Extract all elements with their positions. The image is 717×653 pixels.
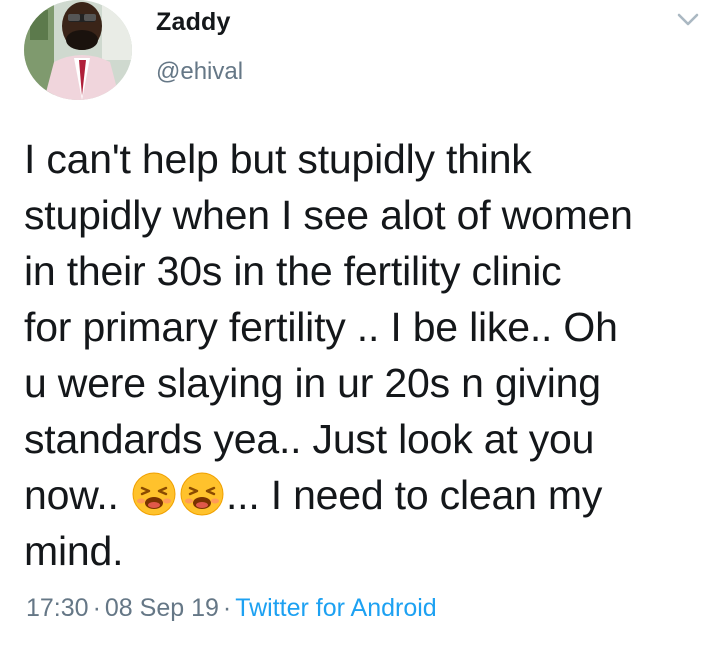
tweet-line: for primary fertility .. I be like.. Oh — [24, 304, 618, 350]
tweet-line: ... I need to clean my — [225, 472, 603, 518]
tweet-line: stupidly when I see alot of women — [24, 192, 633, 238]
meta-separator: · — [222, 594, 232, 622]
tweet-time: 17:30 — [26, 594, 89, 622]
tweet-date: 08 Sep 19 — [104, 594, 219, 622]
tweet-text: I can't help but stupidly think stupidly… — [24, 131, 710, 579]
tweet-source-link[interactable]: Twitter for Android — [235, 594, 436, 622]
chevron-down-icon[interactable] — [677, 12, 699, 28]
tweet-line: u were slaying in ur 20s n giving — [24, 360, 601, 406]
display-name[interactable]: Zaddy — [156, 8, 231, 37]
user-handle[interactable]: @ehival — [156, 58, 243, 86]
tweet-line: in their 30s in the fertility clinic — [24, 248, 562, 294]
tweet-line: now.. — [24, 472, 130, 518]
avatar[interactable] — [24, 0, 132, 100]
meta-separator: · — [92, 594, 101, 622]
tired-face-emoji-icon — [132, 472, 176, 516]
tweet-card: Zaddy @ehival I can't help but stupidly … — [0, 0, 717, 653]
tired-face-emoji-icon — [180, 472, 224, 516]
profile-photo-icon — [24, 0, 132, 100]
tweet-meta: 17:30 · 08 Sep 19 · Twitter for Android — [26, 594, 437, 623]
tweet-line: I can't help but stupidly think — [24, 136, 532, 182]
tweet-line: standards yea.. Just look at you — [24, 416, 595, 462]
tweet-line: mind. — [24, 528, 124, 574]
